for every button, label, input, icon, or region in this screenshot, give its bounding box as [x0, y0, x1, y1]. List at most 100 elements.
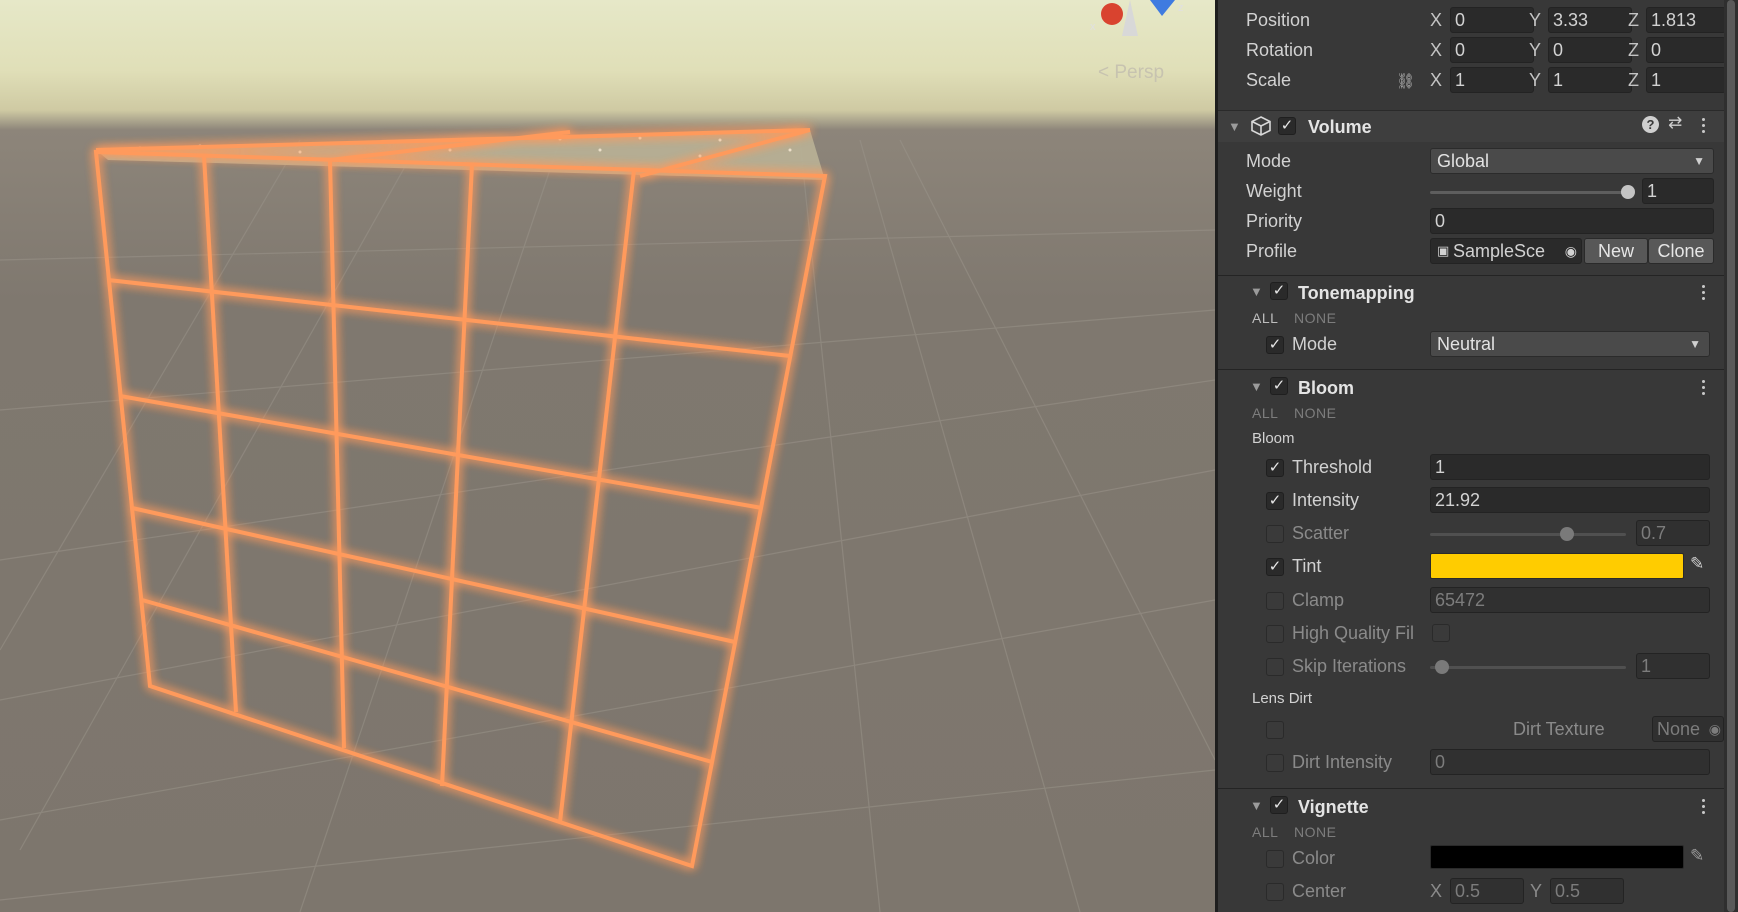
eyedropper-icon[interactable]: ✎ — [1690, 846, 1704, 866]
tonemapping-foldout-icon[interactable]: ▼ — [1250, 284, 1263, 299]
help-icon[interactable]: ? — [1642, 116, 1659, 133]
axis-x-label: X — [1430, 881, 1443, 901]
scale-z-field[interactable]: 1 — [1646, 67, 1726, 93]
tonemapping-all-toggle[interactable]: ALL — [1252, 310, 1278, 326]
constrain-proportions-icon[interactable]: ⛓ — [1396, 72, 1415, 90]
skip-iterations-slider-track[interactable] — [1430, 666, 1626, 669]
vignette-color-override-checkbox[interactable] — [1266, 850, 1284, 868]
threshold-override-checkbox[interactable]: ✓ — [1266, 459, 1284, 477]
rotation-z-field[interactable]: 0 — [1646, 37, 1726, 63]
presets-icon[interactable]: ⇄ — [1668, 113, 1682, 133]
bloom-none-toggle[interactable]: NONE — [1294, 405, 1336, 421]
weight-label: Weight — [1246, 181, 1302, 201]
position-y-field[interactable]: 3.33 — [1548, 7, 1632, 33]
intensity-override-checkbox[interactable]: ✓ — [1266, 492, 1284, 510]
dirt-intensity-override-checkbox[interactable] — [1266, 754, 1284, 772]
bloom-all-toggle[interactable]: ALL — [1252, 405, 1278, 421]
position-x-field[interactable]: 0 — [1450, 7, 1534, 33]
vignette-color-swatch[interactable] — [1430, 845, 1684, 869]
dirt-intensity-field[interactable]: 0 — [1430, 749, 1710, 775]
tonemapping-mode-dropdown[interactable]: Neutral ▼ — [1430, 331, 1710, 357]
weight-slider-track[interactable] — [1430, 191, 1626, 194]
high-quality-override-checkbox[interactable] — [1266, 625, 1284, 643]
divider — [1218, 275, 1727, 276]
context-menu-icon[interactable] — [1702, 118, 1706, 134]
clamp-label: Clamp — [1292, 590, 1345, 610]
vignette-enabled-checkbox[interactable]: ✓ — [1270, 796, 1288, 814]
vignette-foldout-icon[interactable]: ▼ — [1250, 798, 1263, 813]
weight-slider-knob[interactable] — [1621, 185, 1635, 199]
high-quality-label: High Quality Fil — [1292, 623, 1415, 643]
axis-y-label: Y — [1529, 70, 1542, 90]
rotation-x-field[interactable]: 0 — [1450, 37, 1534, 63]
cube-icon — [1250, 115, 1272, 137]
tonemapping-mode-override-checkbox[interactable]: ✓ — [1266, 336, 1284, 354]
vignette-center-label: Center — [1292, 881, 1347, 901]
volume-mode-dropdown[interactable]: Global ▼ — [1430, 148, 1714, 174]
lens-dirt-label: Lens Dirt — [1252, 690, 1313, 707]
scatter-override-checkbox[interactable] — [1266, 525, 1284, 543]
vignette-none-toggle[interactable]: NONE — [1294, 824, 1336, 840]
x-axis-cone-icon — [1101, 3, 1123, 25]
view-mode-label[interactable]: < Persp — [1098, 62, 1164, 84]
priority-label: Priority — [1246, 211, 1303, 231]
clone-profile-button[interactable]: Clone — [1648, 238, 1714, 264]
z-axis-cone-icon — [1150, 0, 1175, 16]
scatter-label: Scatter — [1292, 523, 1350, 543]
position-z-field[interactable]: 1.813 — [1646, 7, 1726, 33]
profile-object-field[interactable]: ▣ SampleSce ◉ — [1430, 238, 1582, 264]
tint-color-swatch[interactable] — [1430, 553, 1684, 579]
vignette-all-toggle[interactable]: ALL — [1252, 824, 1278, 840]
volume-profile-icon: ▣ — [1437, 243, 1450, 258]
scatter-field[interactable]: 0.7 — [1636, 520, 1710, 546]
clamp-field[interactable]: 65472 — [1430, 587, 1710, 613]
eyedropper-icon[interactable]: ✎ — [1690, 554, 1704, 574]
weight-field[interactable]: 1 — [1642, 178, 1714, 204]
scale-y-field[interactable]: 1 — [1548, 67, 1632, 93]
vignette-center-override-checkbox[interactable] — [1266, 883, 1284, 901]
skip-iterations-slider-knob[interactable] — [1434, 660, 1449, 674]
dirt-texture-override-checkbox[interactable] — [1266, 721, 1284, 739]
volume-mode-label: Mode — [1246, 151, 1292, 171]
tonemapping-menu-icon[interactable] — [1702, 285, 1706, 301]
tint-override-checkbox[interactable]: ✓ — [1266, 558, 1284, 576]
dirt-intensity-label: Dirt Intensity — [1292, 752, 1393, 772]
priority-field[interactable]: 0 — [1430, 208, 1714, 234]
dirt-texture-object-field[interactable]: None ◉ — [1652, 716, 1724, 742]
scrollbar-thumb[interactable] — [1727, 0, 1735, 912]
scale-x-field[interactable]: 1 — [1450, 67, 1534, 93]
orientation-gizmo[interactable]: z x — [1090, 0, 1200, 44]
bloom-enabled-checkbox[interactable]: ✓ — [1270, 377, 1288, 395]
ground-grid — [0, 128, 1215, 912]
clamp-override-checkbox[interactable] — [1266, 592, 1284, 610]
tonemapping-title: Tonemapping — [1298, 283, 1415, 303]
threshold-field[interactable]: 1 — [1430, 454, 1710, 480]
bloom-title: Bloom — [1298, 378, 1354, 398]
axis-z-label: Z — [1628, 70, 1639, 90]
intensity-field[interactable]: 21.92 — [1430, 487, 1710, 513]
vignette-center-x-field[interactable]: 0.5 — [1450, 878, 1524, 904]
y-axis-cone-icon — [1122, 0, 1138, 36]
rotation-label: Rotation — [1246, 40, 1314, 60]
rotation-y-field[interactable]: 0 — [1548, 37, 1632, 63]
scatter-slider-knob[interactable] — [1560, 527, 1575, 541]
skip-iterations-field[interactable]: 1 — [1636, 653, 1710, 679]
bloom-menu-icon[interactable] — [1702, 380, 1706, 396]
volume-enabled-checkbox[interactable]: ✓ — [1278, 117, 1296, 135]
inspector-panel: Position X 0 Y 3.33 Z 1.813 Rotation X 0… — [1215, 0, 1738, 912]
object-picker-icon[interactable]: ◉ — [1565, 239, 1577, 263]
high-quality-checkbox[interactable] — [1432, 624, 1450, 642]
bloom-foldout-icon[interactable]: ▼ — [1250, 379, 1263, 394]
scatter-slider-track[interactable] — [1430, 533, 1626, 536]
scene-view[interactable]: z x < Persp — [0, 0, 1215, 912]
volume-foldout-icon[interactable]: ▼ — [1228, 119, 1241, 134]
divider — [1218, 369, 1727, 370]
skip-iterations-override-checkbox[interactable] — [1266, 658, 1284, 676]
tonemapping-none-toggle[interactable]: NONE — [1294, 310, 1336, 326]
inspector-scrollbar[interactable] — [1724, 0, 1738, 912]
vignette-menu-icon[interactable] — [1702, 799, 1706, 815]
object-picker-icon[interactable]: ◉ — [1709, 717, 1721, 741]
new-profile-button[interactable]: New — [1584, 238, 1648, 264]
vignette-center-y-field[interactable]: 0.5 — [1550, 878, 1624, 904]
tonemapping-enabled-checkbox[interactable]: ✓ — [1270, 282, 1288, 300]
